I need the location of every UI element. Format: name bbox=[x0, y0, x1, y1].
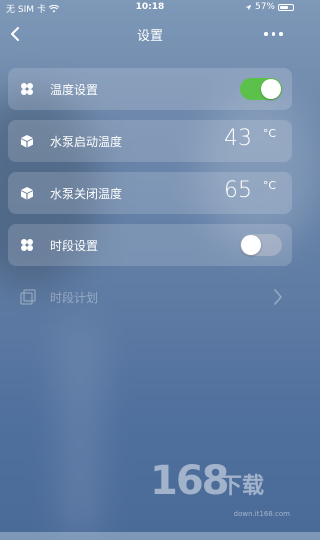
setting-label: 时段设置 bbox=[50, 239, 99, 253]
setting-card-temperature: 温度设置 bbox=[8, 68, 292, 110]
watermark-digits: 168 bbox=[150, 458, 229, 504]
setting-label: 温度设置 bbox=[50, 83, 99, 97]
schedule-plan-label: 时段计划 bbox=[50, 291, 99, 305]
setting-label: 水泵启动温度 bbox=[50, 135, 123, 149]
temperature-unit: °C bbox=[262, 179, 276, 192]
setting-card-time-period: 时段设置 bbox=[8, 224, 292, 266]
setting-card-pump-start-temp[interactable]: 水泵启动温度 43 °C bbox=[8, 120, 292, 162]
schedule-plan-row[interactable]: 时段计划 bbox=[8, 286, 292, 310]
status-bar: 无 SIM 卡 10:18 57% bbox=[0, 0, 300, 15]
status-right: 57% bbox=[245, 2, 294, 12]
temperature-unit: °C bbox=[262, 127, 276, 140]
setting-label: 水泵关闭温度 bbox=[50, 187, 123, 201]
fan-icon bbox=[21, 83, 33, 95]
background-blur-shape bbox=[60, 320, 100, 540]
watermark-url: down.it168.com bbox=[233, 510, 290, 518]
chevron-right-icon bbox=[274, 289, 282, 305]
fan-icon bbox=[21, 239, 33, 251]
page-title: 设置 bbox=[136, 29, 163, 44]
cube-icon bbox=[21, 187, 33, 200]
temperature-value: 65 bbox=[224, 178, 252, 203]
more-options-button[interactable] bbox=[264, 26, 288, 42]
temperature-toggle[interactable] bbox=[240, 78, 282, 100]
location-arrow-icon bbox=[245, 4, 252, 10]
setting-card-pump-stop-temp[interactable]: 水泵关闭温度 65 °C bbox=[8, 172, 292, 214]
more-dot-icon bbox=[279, 32, 283, 36]
more-dot-icon bbox=[264, 32, 268, 36]
copy-icon bbox=[20, 289, 36, 305]
battery-icon bbox=[278, 3, 294, 11]
time-period-toggle[interactable] bbox=[240, 234, 282, 256]
watermark-logo: 168 下载 down.it168.com bbox=[150, 458, 290, 518]
toggle-knob bbox=[261, 79, 281, 99]
cube-icon bbox=[21, 135, 33, 148]
toggle-knob bbox=[241, 235, 261, 255]
battery-percent: 57% bbox=[254, 2, 275, 12]
temperature-value: 43 bbox=[224, 126, 252, 151]
nav-bar: 设置 bbox=[0, 20, 300, 48]
more-dot-icon bbox=[271, 32, 275, 36]
watermark-text: 下载 bbox=[220, 474, 265, 499]
